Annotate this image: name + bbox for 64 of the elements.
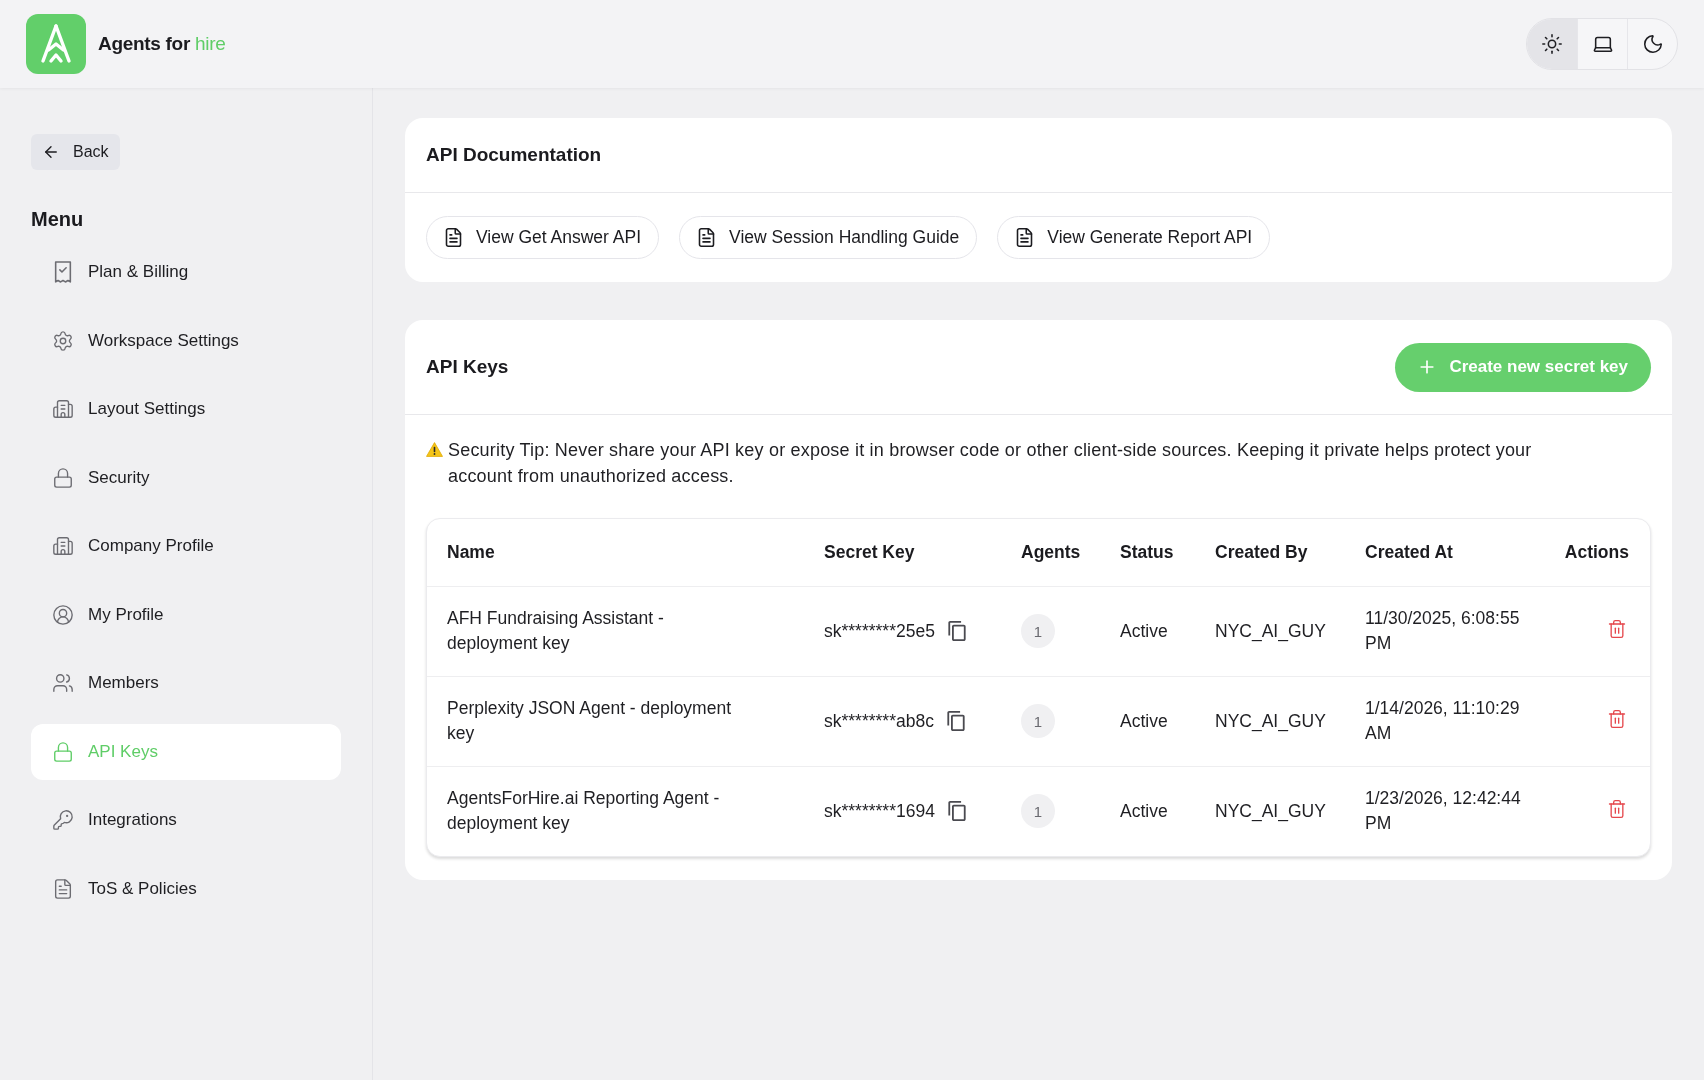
back-button[interactable]: Back [31,134,120,170]
column-header: Created By [1195,519,1345,586]
agent-count-badge: 1 [1021,704,1055,738]
copy-icon [946,801,967,822]
nav-item[interactable]: Layout Settings [31,381,341,437]
table-cell: Active [1100,676,1195,766]
nav-item[interactable]: Integrations [31,792,341,848]
trash-icon [1607,618,1627,639]
sun-icon [1541,33,1563,55]
table-cell: AFH Fundraising Assistant - deployment key [427,586,804,676]
document-icon [52,877,74,900]
doc-link-button[interactable]: View Generate Report API [997,216,1271,259]
column-header: Name [427,519,804,586]
copy-icon [945,711,966,731]
column-header: Created At [1345,519,1546,586]
table-cell: Active [1100,766,1195,856]
document-icon [443,227,464,248]
trash-icon [1607,798,1627,819]
nav-item[interactable]: Members [31,655,341,711]
nav-item[interactable]: Plan & Billing [31,244,341,300]
agent-count-badge: 1 [1021,794,1055,829]
column-header: Actions [1546,519,1650,586]
security-tip-text: Security Tip: Never share your API key or expose it in browser code or other client-side sources. Keeping it private helps protect your account from unauthorized access. [448,439,1533,488]
nav-item[interactable]: Company Profile [31,518,341,574]
card-title: API Documentation [426,144,602,166]
doc-link-button[interactable]: View Session Handling Guide [679,216,978,259]
table-cell: 1/14/2026, 11:10:29 AM [1345,676,1546,766]
key-icon [52,809,74,831]
brand-name: Agents for hire [98,33,226,55]
table-cell: NYC_AI_GUY [1195,676,1345,766]
card-title: API Keys [426,356,509,378]
lock-icon [52,466,74,489]
moon-icon [1641,33,1664,55]
table-cell: NYC_AI_GUY [1195,586,1345,676]
trash-icon [1607,708,1627,729]
copy-icon [946,621,967,641]
table-cell: Perplexity JSON Agent - deployment key [427,676,804,766]
nav-item[interactable]: ToS & Policies [31,860,341,917]
column-header: Secret Key [804,519,1001,586]
lock-icon [52,740,74,763]
table-cell: 1/23/2026, 12:42:44 PM [1345,766,1546,856]
nav-item[interactable]: My Profile [31,586,341,643]
menu-heading: Menu [31,207,85,231]
building-icon [52,535,74,557]
warning-icon [426,442,443,457]
column-header: Status [1100,519,1195,586]
table-cell: NYC_AI_GUY [1195,766,1345,856]
agent-count-badge: 1 [1021,614,1055,648]
doc-link-button[interactable]: View Get Answer API [426,216,660,259]
table-cell: AgentsForHire.ai Reporting Agent - deployment key [427,766,804,856]
secret-key: sk********25e5 [824,618,935,644]
user-circle-icon [52,603,74,626]
receipt-icon [52,261,74,283]
logo-icon [26,14,86,74]
column-header: Agents [1001,519,1100,586]
gear-icon [52,329,74,352]
nav-item[interactable]: Workspace Settings [31,312,341,369]
table-cell: Active [1100,586,1195,676]
building-icon [52,398,74,420]
secret-key: sk********ab8c [824,708,934,734]
secret-key: sk********1694 [824,798,935,824]
nav-item[interactable]: Security [31,449,341,506]
users-icon [52,672,74,694]
table-cell: 11/30/2025, 6:08:55 PM [1345,586,1546,676]
